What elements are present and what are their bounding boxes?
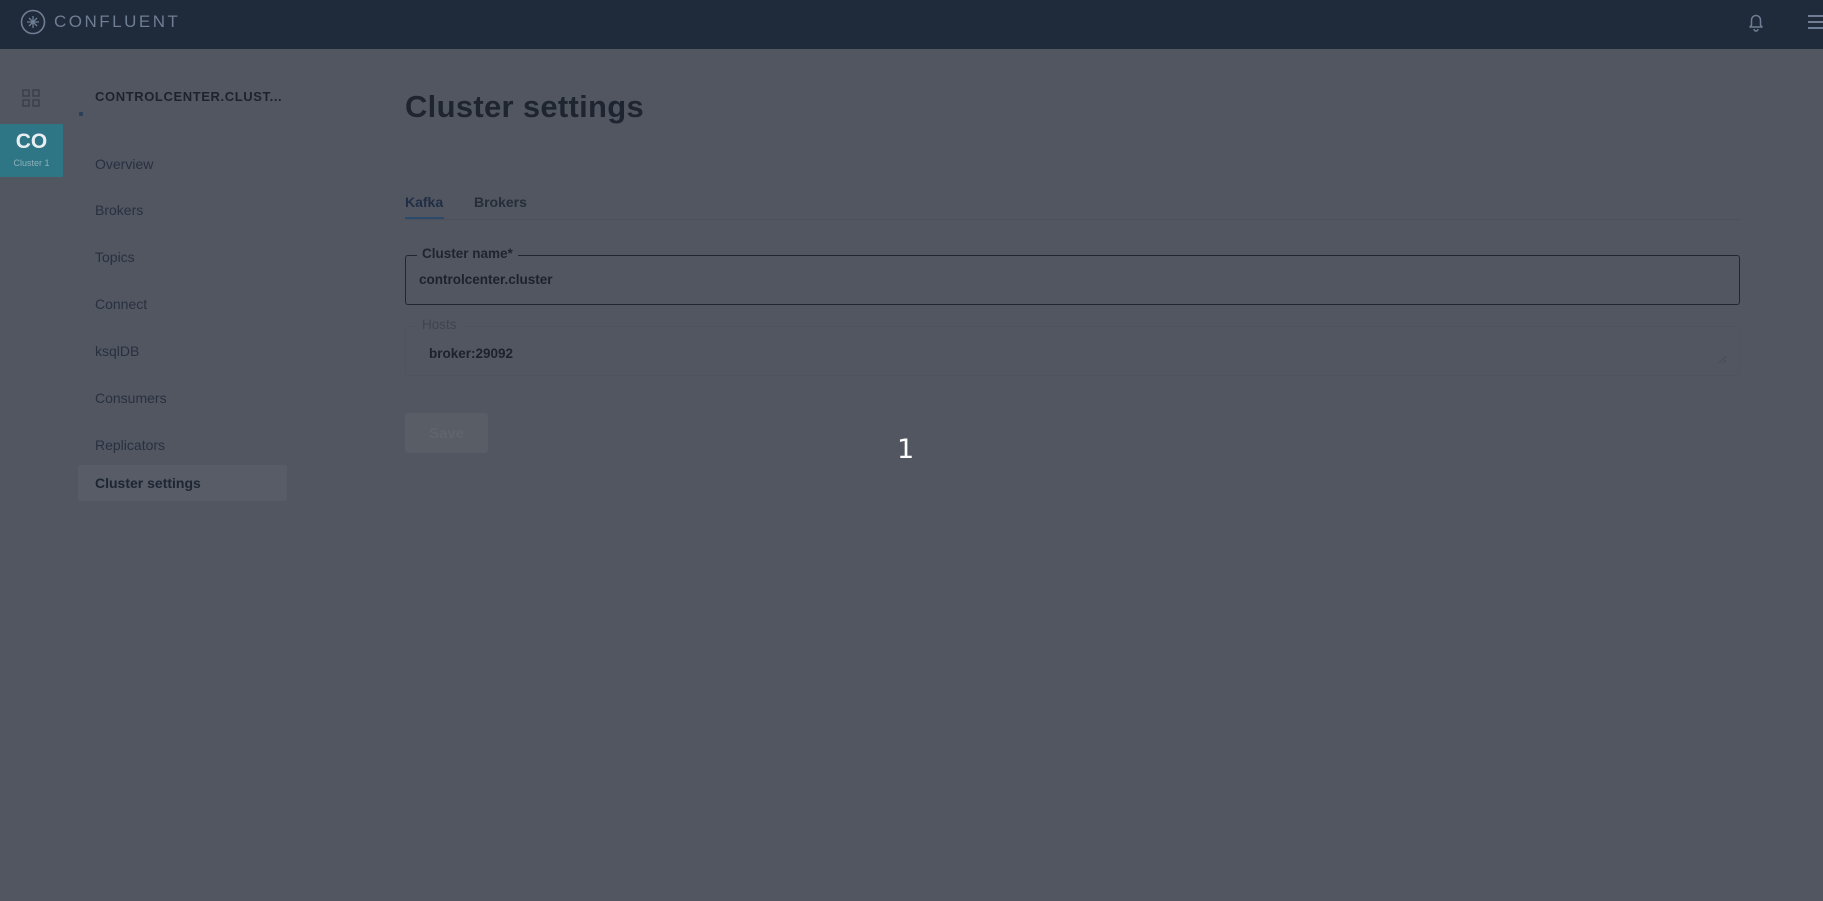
brand[interactable]: CONFLUENT [20,9,181,35]
sidebar-item-brokers[interactable]: Brokers [95,199,143,221]
tabs-divider [405,219,1740,220]
apps-grid-icon[interactable] [22,89,40,107]
app-rail: CO Cluster 1 [0,49,64,901]
cluster-tile-abbr: CO [15,130,48,153]
sidebar-item-overview[interactable]: Overview [95,153,153,175]
confluent-logo-icon [20,9,46,35]
tab-brokers[interactable]: Brokers [474,190,527,214]
sidebar-item-connect[interactable]: Connect [95,293,147,315]
sidebar-item-cluster-settings[interactable]: Cluster settings [78,465,287,501]
resize-grip-icon[interactable] [1718,355,1727,364]
save-button[interactable]: Save [405,413,488,453]
cluster-tile[interactable]: CO Cluster 1 [0,124,63,177]
sidebar-item-ksqldb[interactable]: ksqlDB [95,340,139,362]
sidebar-item-consumers[interactable]: Consumers [95,387,167,409]
sidebar-item-replicators[interactable]: Replicators [95,434,165,456]
hamburger-menu-icon[interactable] [1806,12,1823,32]
brand-name: CONFLUENT [54,12,181,31]
sidebar-item-label: Cluster settings [95,475,201,491]
cluster-name-field[interactable]: Cluster name* controlcenter.cluster [405,244,1740,305]
bell-icon[interactable] [1745,11,1767,33]
hosts-label: Hosts [417,315,462,335]
cluster-name-label: Cluster name* [417,244,518,264]
cluster-navigation: CONTROLCENTER.CLUST... Overview Brokers … [78,49,298,501]
hosts-field[interactable]: Hosts broker:29092 [405,315,1740,376]
hosts-value[interactable]: broker:29092 [429,346,513,361]
sidebar-item-topics[interactable]: Topics [95,246,135,268]
step-marker: 1 [897,434,915,465]
nav-cluster-title: CONTROLCENTER.CLUST... [95,89,283,104]
top-navigation-bar: CONFLUENT [0,0,1823,49]
cluster-name-value[interactable]: controlcenter.cluster [419,272,553,287]
tab-kafka[interactable]: Kafka [405,190,443,214]
cluster-tile-name: Cluster 1 [13,158,50,168]
settings-tabs: Kafka Brokers [405,188,1740,222]
nav-indicator-dot [79,112,83,116]
page-title: Cluster settings [405,89,645,124]
